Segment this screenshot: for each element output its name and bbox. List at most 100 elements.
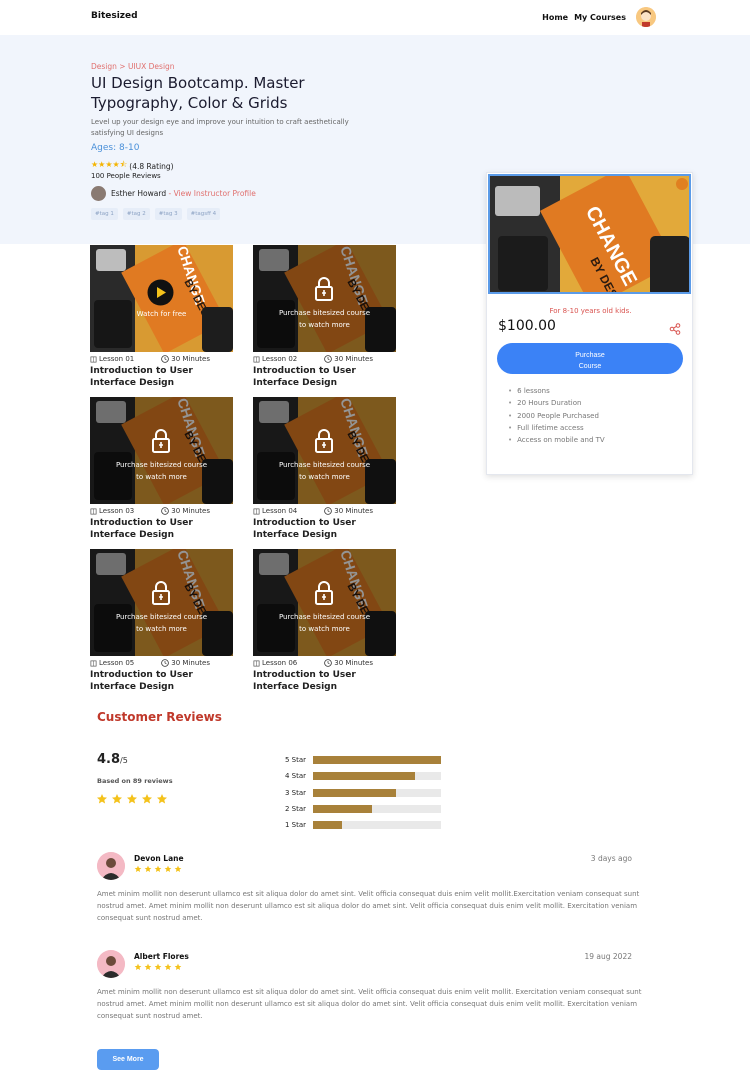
breadcrumb[interactable]: Design > UIUX Design [91, 62, 175, 71]
caption-line2: to watch more [299, 321, 350, 329]
clock-icon [161, 507, 170, 515]
star-icon [134, 963, 142, 970]
rating-bar-label: 4 Star [285, 772, 307, 781]
lesson-duration: 30 Minutes [324, 507, 373, 515]
lesson-card[interactable]: CHANGE BY DESIGN Purchase bitesized course… [253, 245, 398, 389]
rating-bar-row: 4 Star [285, 768, 441, 784]
tag-chip[interactable]: #tag 2 [122, 208, 150, 220]
star-icon [144, 963, 152, 970]
instructor-profile-link[interactable]: View Instructor Profile [174, 189, 256, 198]
play-icon[interactable] [147, 279, 174, 306]
rating-bar-row: 1 Star [285, 817, 441, 833]
tag-chip[interactable]: #tag 1 [91, 208, 118, 220]
lesson-duration-text: 30 Minutes [171, 355, 210, 363]
star-icon [164, 865, 172, 872]
lesson-card[interactable]: CHANGE BY DESIGN Watch for free Lesson 01 30… [90, 245, 235, 389]
purchase-card: CHANGE BY DESIGN For 8-10 years old kids… [486, 172, 693, 475]
lesson-title[interactable]: Introduction to User Interface Design [253, 517, 398, 541]
rating-bar-label: 3 Star [285, 788, 307, 797]
rating-bar-row: 5 Star [285, 752, 441, 768]
lesson-title[interactable]: Introduction to User Interface Design [253, 669, 398, 693]
rating-bar-fill [313, 788, 397, 797]
lesson-number: Lesson 05 [90, 659, 134, 667]
nav-my-courses-link[interactable]: My Courses [574, 13, 626, 22]
review-body: Amet minim mollit non deserunt ullamco e… [97, 988, 642, 1020]
average-score: 4.8/5 [97, 752, 128, 767]
lesson-thumbnail[interactable]: CHANGE BY DESIGN Purchase bitesized course… [253, 245, 396, 352]
thumbnail-caption: Purchase bitesized course to watch more [253, 611, 396, 635]
lesson-duration-text: 30 Minutes [334, 659, 373, 667]
review-item: Devon Lane 3 days ago Amet minim mollit no… [97, 852, 642, 942]
lesson-number-text: Lesson 03 [99, 507, 135, 515]
lesson-number: Lesson 06 [253, 659, 297, 667]
book-icon [253, 356, 260, 362]
reviewer-stars [134, 963, 182, 971]
lesson-duration: 30 Minutes [161, 355, 210, 363]
tag-chip[interactable]: #tagsff 4 [186, 208, 221, 220]
user-avatar[interactable] [636, 7, 656, 27]
lesson-meta: Lesson 01 30 Minutes [90, 352, 210, 363]
lesson-title[interactable]: Introduction to User Interface Design [90, 517, 235, 541]
brand-logo[interactable]: Bitesized [91, 11, 138, 21]
lesson-duration-text: 30 Minutes [334, 507, 373, 515]
feature-item: 20 Hours Duration [508, 397, 605, 409]
feature-item: Full lifetime access [508, 422, 605, 434]
clock-icon [161, 659, 170, 667]
rating-bar-track [313, 821, 441, 830]
course-ages: Ages: 8-10 [91, 143, 140, 153]
lesson-thumbnail[interactable]: CHANGE BY DESIGN Purchase bitesized course… [253, 397, 396, 504]
lesson-card[interactable]: CHANGE BY DESIGN Purchase bitesized course… [253, 549, 398, 693]
clock-icon [324, 659, 333, 667]
star-icon [97, 794, 107, 804]
reviews-heading: Customer Reviews [97, 710, 222, 724]
rating-bar-label: 2 Star [285, 805, 307, 814]
rating-stars: ★★★★⯪ [91, 159, 127, 173]
caption-line1: Purchase bitesized course [278, 309, 371, 317]
instructor-separator: - [166, 189, 174, 198]
lesson-title[interactable]: Introduction to User Interface Design [253, 365, 398, 389]
lesson-card[interactable]: CHANGE BY DESIGN Purchase bitesized course… [90, 549, 235, 693]
caption-line2: to watch more [299, 473, 350, 481]
lesson-thumbnail[interactable]: CHANGE BY DESIGN Watch for free [90, 245, 233, 352]
purchase-course-button[interactable]: Purchase Course [497, 343, 683, 374]
caption-line1: Watch for free [136, 310, 187, 318]
lesson-thumbnail[interactable]: CHANGE BY DESIGN Purchase bitesized course… [90, 549, 233, 656]
nav-home-link[interactable]: Home [542, 13, 568, 22]
lesson-title[interactable]: Introduction to User Interface Design [90, 669, 235, 693]
lesson-thumbnail[interactable]: CHANGE BY DESIGN Purchase bitesized course… [253, 549, 396, 656]
instructor-avatar [91, 186, 106, 201]
lesson-number-text: Lesson 02 [262, 355, 298, 363]
lock-icon [152, 429, 170, 453]
based-on-text: Based on 89 reviews [97, 777, 173, 785]
see-more-button[interactable]: See More [97, 1049, 159, 1070]
lesson-duration: 30 Minutes [324, 659, 373, 667]
clock-icon [324, 507, 333, 515]
feature-list: 6 lessons 20 Hours Duration 2000 People … [508, 385, 605, 446]
star-icon [127, 794, 137, 804]
tag-chip[interactable]: #tag 3 [154, 208, 182, 220]
lesson-number-text: Lesson 01 [99, 355, 135, 363]
feature-item: 6 lessons [508, 385, 605, 397]
user-avatar-icon [636, 7, 656, 27]
review-date: 19 aug 2022 [584, 952, 632, 961]
score-suffix: /5 [120, 756, 128, 765]
rating-bar-fill [313, 805, 372, 814]
lesson-number: Lesson 04 [253, 507, 297, 515]
star-icon [157, 794, 167, 804]
thumbnail-caption: Watch for free [90, 308, 233, 320]
lesson-title[interactable]: Introduction to User Interface Design [90, 365, 235, 389]
thumbnail-caption: Purchase bitesized course to watch more [253, 307, 396, 331]
caption-line2: to watch more [136, 625, 187, 633]
lesson-card[interactable]: CHANGE BY DESIGN Purchase bitesized course… [90, 397, 235, 541]
caption-line1: Purchase bitesized course [115, 461, 208, 469]
lesson-thumbnail[interactable]: CHANGE BY DESIGN Purchase bitesized course… [90, 397, 233, 504]
card-subtitle: For 8-10 years old kids. [549, 307, 632, 315]
main-nav: Home My Courses [542, 7, 656, 27]
share-icon[interactable] [669, 323, 681, 335]
thumbnail-caption: Purchase bitesized course to watch more [90, 459, 233, 483]
star-icon [174, 963, 182, 970]
thumbnail-caption: Purchase bitesized course to watch more [253, 459, 396, 483]
rating-bar-fill [313, 772, 416, 781]
course-title: UI Design Bootcamp. Master Typography, C… [91, 74, 305, 112]
lesson-card[interactable]: CHANGE BY DESIGN Purchase bitesized course… [253, 397, 398, 541]
